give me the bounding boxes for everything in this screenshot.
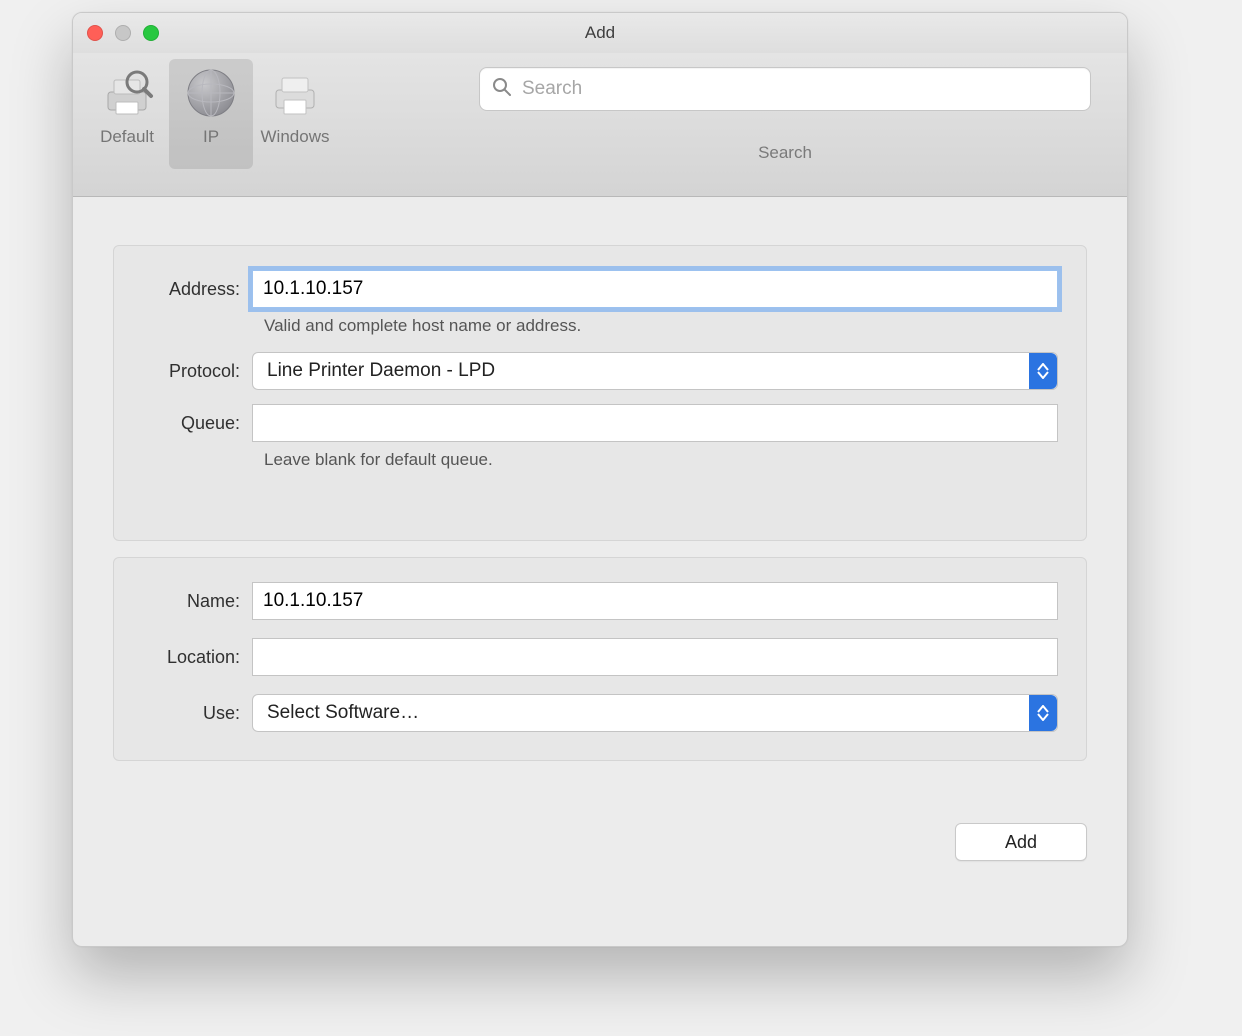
footer: Add (73, 797, 1127, 881)
location-label: Location: (132, 647, 252, 668)
add-button-label: Add (1005, 832, 1037, 853)
queue-label: Queue: (132, 413, 252, 434)
use-popup[interactable]: Select Software… (252, 694, 1058, 732)
connection-panel: Address: Valid and complete host name or… (113, 245, 1087, 541)
protocol-label: Protocol: (132, 361, 252, 382)
use-value: Select Software… (267, 702, 419, 724)
toolbar: Default (73, 53, 1127, 197)
address-helper: Valid and complete host name or address. (264, 316, 1058, 336)
printer-icon (267, 65, 323, 121)
chevron-up-down-icon (1029, 695, 1057, 731)
tab-ip[interactable]: IP (169, 59, 253, 169)
traffic-lights (87, 25, 159, 41)
content: Address: Valid and complete host name or… (73, 197, 1127, 797)
tab-default-label: Default (100, 127, 154, 147)
window-title: Add (585, 23, 615, 43)
add-button[interactable]: Add (955, 823, 1087, 861)
use-label: Use: (132, 703, 252, 724)
toolbar-search-group: Search (479, 67, 1091, 177)
details-panel: Name: Location: Use: Select Software… (113, 557, 1087, 761)
tab-windows-label: Windows (261, 127, 330, 147)
search-icon (492, 77, 512, 102)
name-label: Name: (132, 591, 252, 612)
zoom-window-button[interactable] (143, 25, 159, 41)
tab-default[interactable]: Default (85, 59, 169, 169)
chevron-up-down-icon (1029, 353, 1057, 389)
location-input[interactable] (252, 638, 1058, 676)
tab-ip-label: IP (203, 127, 219, 147)
add-printer-window: Add Default (72, 12, 1128, 947)
toolbar-tabs: Default (85, 59, 337, 169)
search-input[interactable] (520, 77, 1078, 101)
protocol-value: Line Printer Daemon - LPD (267, 360, 495, 382)
tab-windows[interactable]: Windows (253, 59, 337, 169)
search-field[interactable] (479, 67, 1091, 111)
queue-input[interactable] (252, 404, 1058, 442)
protocol-popup[interactable]: Line Printer Daemon - LPD (252, 352, 1058, 390)
search-section-label: Search (758, 143, 812, 163)
address-label: Address: (132, 279, 252, 300)
queue-helper: Leave blank for default queue. (264, 450, 1058, 470)
printer-search-icon (99, 65, 155, 121)
globe-icon (183, 65, 239, 121)
name-input[interactable] (252, 582, 1058, 620)
address-input[interactable] (252, 270, 1058, 308)
close-window-button[interactable] (87, 25, 103, 41)
titlebar: Add (73, 13, 1127, 53)
minimize-window-button[interactable] (115, 25, 131, 41)
